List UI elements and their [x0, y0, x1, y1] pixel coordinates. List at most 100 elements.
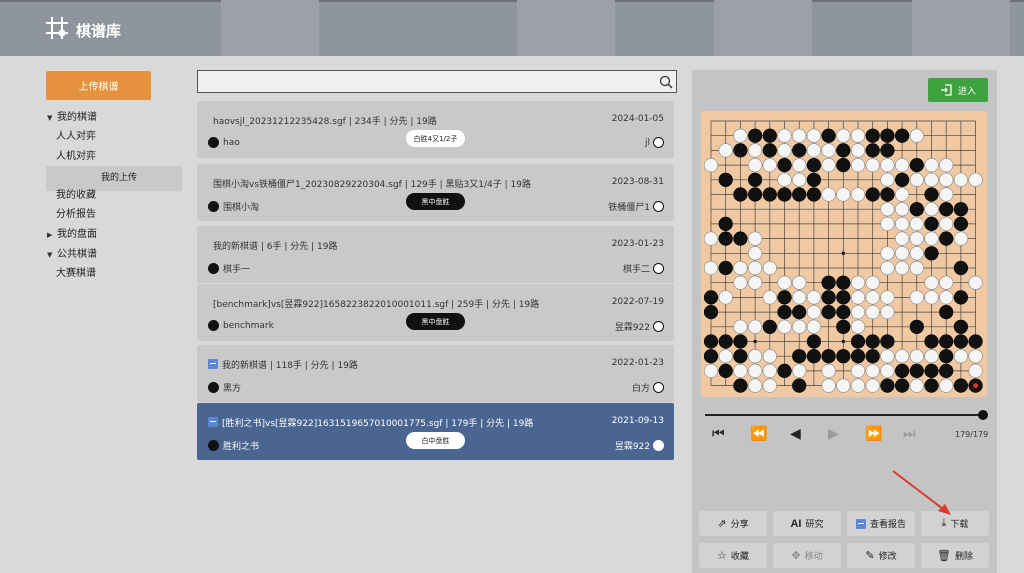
- last-move-button[interactable]: ⏭: [903, 426, 916, 442]
- black-player-name: 棋手一: [223, 265, 251, 275]
- move-button[interactable]: ✥ 移动: [773, 543, 841, 568]
- black-stone: [703, 290, 719, 305]
- game-card[interactable]: 我的新棋谱 | 118手 | 分先 | 19路 2022-01-23 黑方 白方: [197, 345, 674, 402]
- game-card[interactable]: 我的新棋谱 | 6手 | 分先 | 19路 2023-01-23 棋手一 棋手二: [197, 226, 674, 283]
- white-stone: [850, 378, 866, 393]
- black-stone: [762, 143, 777, 158]
- white-stone: [733, 275, 748, 290]
- move-slider-handle[interactable]: [978, 410, 988, 420]
- share-button[interactable]: ⇗ 分享: [699, 511, 767, 536]
- white-stone: [747, 246, 763, 261]
- tree-group-my-boards[interactable]: ▶ 我的盘面: [47, 225, 97, 244]
- white-stone: [777, 319, 792, 334]
- next-move-button[interactable]: ▶: [828, 426, 839, 442]
- black-stone-icon: [208, 137, 219, 148]
- black-stone: [953, 290, 968, 305]
- rewind-button[interactable]: ⏪: [750, 426, 767, 442]
- black-stone: [865, 128, 880, 143]
- edit-button[interactable]: ✎ 修改: [847, 543, 915, 568]
- delete-button[interactable]: 🗑 删除: [921, 543, 989, 568]
- fastforward-button[interactable]: ⏩: [865, 426, 882, 442]
- game-date: 2022-07-19: [611, 297, 664, 307]
- tree-item-pve[interactable]: 人机对弈: [56, 147, 96, 166]
- black-stone: [968, 334, 983, 349]
- white-stone: [939, 216, 954, 231]
- black-stone: [806, 187, 821, 202]
- game-card[interactable]: haovsjl_20231212235428.sgf | 234手 | 分先 |…: [197, 101, 674, 158]
- ai-research-button[interactable]: AI 研究: [773, 511, 841, 536]
- tree-group-my-games[interactable]: ▼ 我的棋谱: [47, 108, 97, 127]
- white-stone: [836, 128, 851, 143]
- report-icon: [855, 518, 866, 529]
- edit-label: 修改: [878, 551, 897, 561]
- black-player-name: hao: [223, 137, 240, 148]
- first-move-button[interactable]: ⏮: [712, 426, 725, 442]
- black-stone: [924, 378, 939, 393]
- white-stone: [880, 260, 895, 276]
- search-input[interactable]: [197, 70, 677, 93]
- last-icon: ⏭: [903, 426, 916, 442]
- white-stone: [924, 275, 939, 290]
- enter-button[interactable]: 进入: [928, 78, 988, 102]
- move-slider[interactable]: [705, 414, 983, 416]
- game-title-text: [胜利之书]vs[昱霖922]1631519657010001775.sgf |…: [222, 419, 534, 429]
- white-player: 昱霖922: [615, 439, 664, 452]
- white-stone: [733, 128, 748, 143]
- black-stone: [865, 143, 880, 158]
- favorite-button[interactable]: ☆ 收藏: [699, 543, 767, 568]
- white-stone: [968, 172, 983, 187]
- tree-item-reports[interactable]: 分析报告: [56, 205, 96, 224]
- prev-move-button[interactable]: ◀: [790, 426, 801, 442]
- black-stone: [718, 172, 733, 187]
- white-stone: [953, 172, 968, 187]
- white-stone: [865, 275, 880, 290]
- black-stone: [821, 349, 836, 364]
- game-date: 2023-08-31: [611, 177, 664, 187]
- black-stone: [909, 319, 924, 334]
- result-badge: 黑中盘胜: [406, 193, 465, 210]
- white-stone: [895, 246, 910, 261]
- go-board[interactable]: [701, 111, 987, 397]
- white-stone: [968, 363, 983, 378]
- black-stone: [747, 172, 763, 187]
- header-decor-band: [221, 0, 319, 56]
- black-stone: [821, 305, 836, 320]
- black-player-name: 胜利之书: [223, 442, 260, 452]
- white-stone: [821, 157, 836, 173]
- white-stone: [747, 260, 763, 276]
- white-stone: [836, 187, 851, 202]
- tree-item-tournament[interactable]: 大赛棋谱: [56, 264, 96, 283]
- upload-game-button[interactable]: 上传棋谱: [46, 71, 151, 100]
- black-stone: [806, 157, 821, 173]
- star-icon: ☆: [717, 550, 727, 562]
- search-icon[interactable]: [658, 74, 674, 90]
- tree-item-pvp[interactable]: 人人对弈: [56, 127, 96, 146]
- white-stone: [924, 157, 939, 173]
- white-player-name: jl: [644, 137, 650, 148]
- black-stone-icon: [208, 382, 219, 393]
- white-stone: [747, 319, 763, 334]
- delete-label: 删除: [954, 551, 973, 561]
- white-stone: [924, 231, 939, 246]
- white-stone: [850, 290, 866, 305]
- tree-group-public[interactable]: ▼ 公共棋谱: [47, 245, 97, 264]
- white-stone: [924, 172, 939, 187]
- black-stone: [703, 334, 719, 349]
- black-stone: [792, 187, 807, 202]
- white-stone: [895, 216, 910, 231]
- tree-item-favorites[interactable]: 我的收藏: [56, 186, 96, 205]
- game-card[interactable]: [benchmark]vs[昱霖922]1658223822010001011.…: [197, 284, 674, 341]
- white-stone: [733, 260, 748, 276]
- game-card[interactable]: 围棋小淘vs铁桶僵尸1_20230829220304.sgf | 129手 | …: [197, 164, 674, 221]
- white-stone: [939, 187, 954, 202]
- white-stone: [895, 187, 910, 202]
- annotation-arrow-icon: [892, 470, 951, 515]
- white-stone-icon: [653, 382, 664, 393]
- header-decor-band: [517, 0, 615, 56]
- header-decor-band: [912, 0, 1010, 56]
- game-title: haovsjl_20231212235428.sgf | 234手 | 分先 |…: [213, 117, 437, 127]
- black-stone: [718, 363, 733, 378]
- white-stone: [909, 378, 924, 393]
- white-stone: [953, 231, 968, 246]
- game-card-selected[interactable]: [胜利之书]vs[昱霖922]1631519657010001775.sgf |…: [197, 403, 674, 460]
